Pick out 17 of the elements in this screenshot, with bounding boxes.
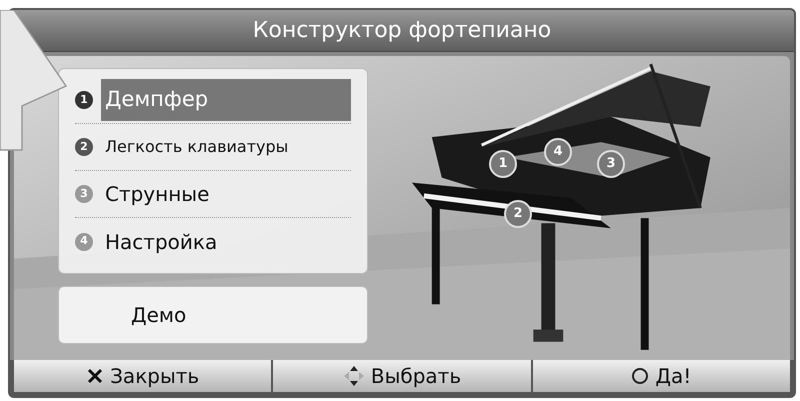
menu-label: Легкость клавиатуры xyxy=(104,136,290,158)
menu-item[interactable]: 4 Настройка xyxy=(75,218,351,265)
number-badge: 1 xyxy=(75,91,93,109)
number-badge: 4 xyxy=(75,232,93,250)
menu-label: Настройка xyxy=(104,228,218,256)
menu-item[interactable]: 3 Струнные xyxy=(75,171,351,218)
menu-item[interactable]: 1 Демпфер xyxy=(75,77,351,124)
footer-button[interactable]: Да! xyxy=(532,360,790,392)
menu-label: Демпфер xyxy=(101,79,351,121)
footer-button[interactable]: Закрыть xyxy=(14,360,272,392)
window-title: Конструктор фортепиано xyxy=(252,17,552,45)
number-badge: 3 xyxy=(75,185,93,203)
demo-button[interactable]: Демо xyxy=(58,286,368,344)
menu-item[interactable]: 2 Легкость клавиатуры xyxy=(75,124,351,171)
number-badge: 2 xyxy=(75,138,93,156)
menu-label: Струнные xyxy=(104,181,210,208)
footer-button[interactable]: Выбрать xyxy=(273,360,531,392)
